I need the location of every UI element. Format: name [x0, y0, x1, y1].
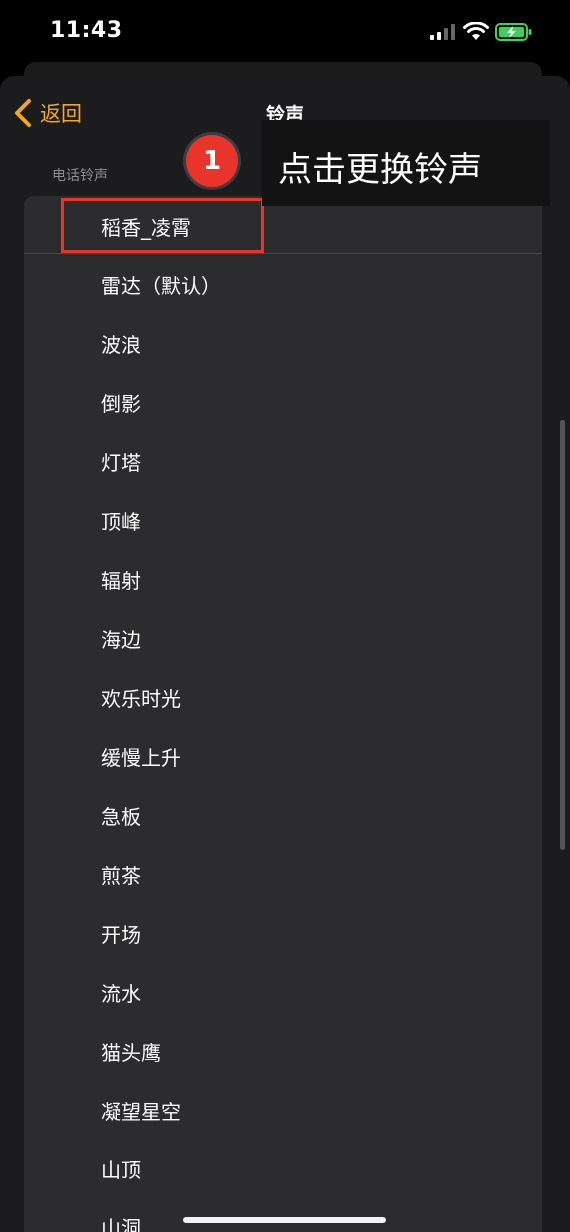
ringtone-label: 欢乐时光 [101, 687, 181, 711]
section-header: 电话铃声 [52, 168, 108, 184]
home-indicator[interactable] [183, 1217, 386, 1223]
ringtone-label: 海边 [101, 628, 141, 652]
ringtone-item[interactable]: 煎茶 [24, 844, 542, 902]
ringtone-list: 稻香_凌霄 雷达（默认） 波浪 倒影 灯塔 顶峰 辐射 海边 欢乐时光 缓慢上升… [24, 196, 542, 1232]
ringtone-item[interactable]: 急板 [24, 785, 542, 843]
ringtone-item[interactable]: 波浪 [24, 313, 542, 371]
ringtone-label: 顶峰 [101, 510, 141, 534]
step-badge: 1 [186, 135, 238, 187]
ringtone-label: 雷达（默认） [101, 274, 221, 298]
ringtone-label: 山洞 [101, 1216, 141, 1232]
ringtone-item[interactable]: 山洞 [24, 1196, 542, 1232]
ringtone-label: 猫头鹰 [101, 1041, 161, 1065]
battery-charging-icon [495, 23, 532, 41]
wifi-icon [463, 22, 489, 40]
ringtone-item[interactable]: 缓慢上升 [24, 726, 542, 784]
ringtone-label: 辐射 [101, 569, 141, 593]
ringtone-label: 凝望星空 [101, 1100, 181, 1124]
ringtone-label: 缓慢上升 [101, 746, 181, 770]
instruction-text: 点击更换铃声 [278, 150, 482, 190]
highlight-box [61, 198, 264, 253]
cellular-signal-icon [430, 24, 455, 40]
status-time: 11:43 [50, 18, 123, 43]
ringtone-label: 倒影 [101, 392, 141, 416]
scrollbar[interactable] [560, 420, 565, 850]
ringtone-item[interactable]: 顶峰 [24, 490, 542, 548]
ringtone-label: 煎茶 [101, 864, 141, 888]
step-number: 1 [202, 146, 222, 176]
ringtone-label: 灯塔 [101, 451, 141, 475]
status-bar: 11:43 [0, 0, 570, 64]
ringtone-item[interactable]: 开场 [24, 903, 542, 961]
ringtone-item[interactable]: 灯塔 [24, 431, 542, 489]
ringtone-label: 山顶 [101, 1158, 141, 1182]
ringtone-item[interactable]: 海边 [24, 608, 542, 666]
ringtone-item[interactable]: 山顶 [24, 1138, 542, 1196]
ringtone-label: 流水 [101, 982, 141, 1006]
instruction-tooltip: 点击更换铃声 [262, 120, 550, 206]
ringtone-label: 波浪 [101, 333, 141, 357]
ringtone-item[interactable]: 雷达（默认） [24, 254, 542, 312]
ringtone-item[interactable]: 辐射 [24, 549, 542, 607]
ringtone-item[interactable]: 凝望星空 [24, 1080, 542, 1138]
ringtone-item[interactable]: 流水 [24, 962, 542, 1020]
ringtone-item[interactable]: 倒影 [24, 372, 542, 430]
ringtone-item[interactable]: 欢乐时光 [24, 667, 542, 725]
ringtone-label: 急板 [101, 805, 141, 829]
ringtone-item[interactable]: 猫头鹰 [24, 1021, 542, 1079]
ringtone-label: 开场 [101, 923, 141, 947]
